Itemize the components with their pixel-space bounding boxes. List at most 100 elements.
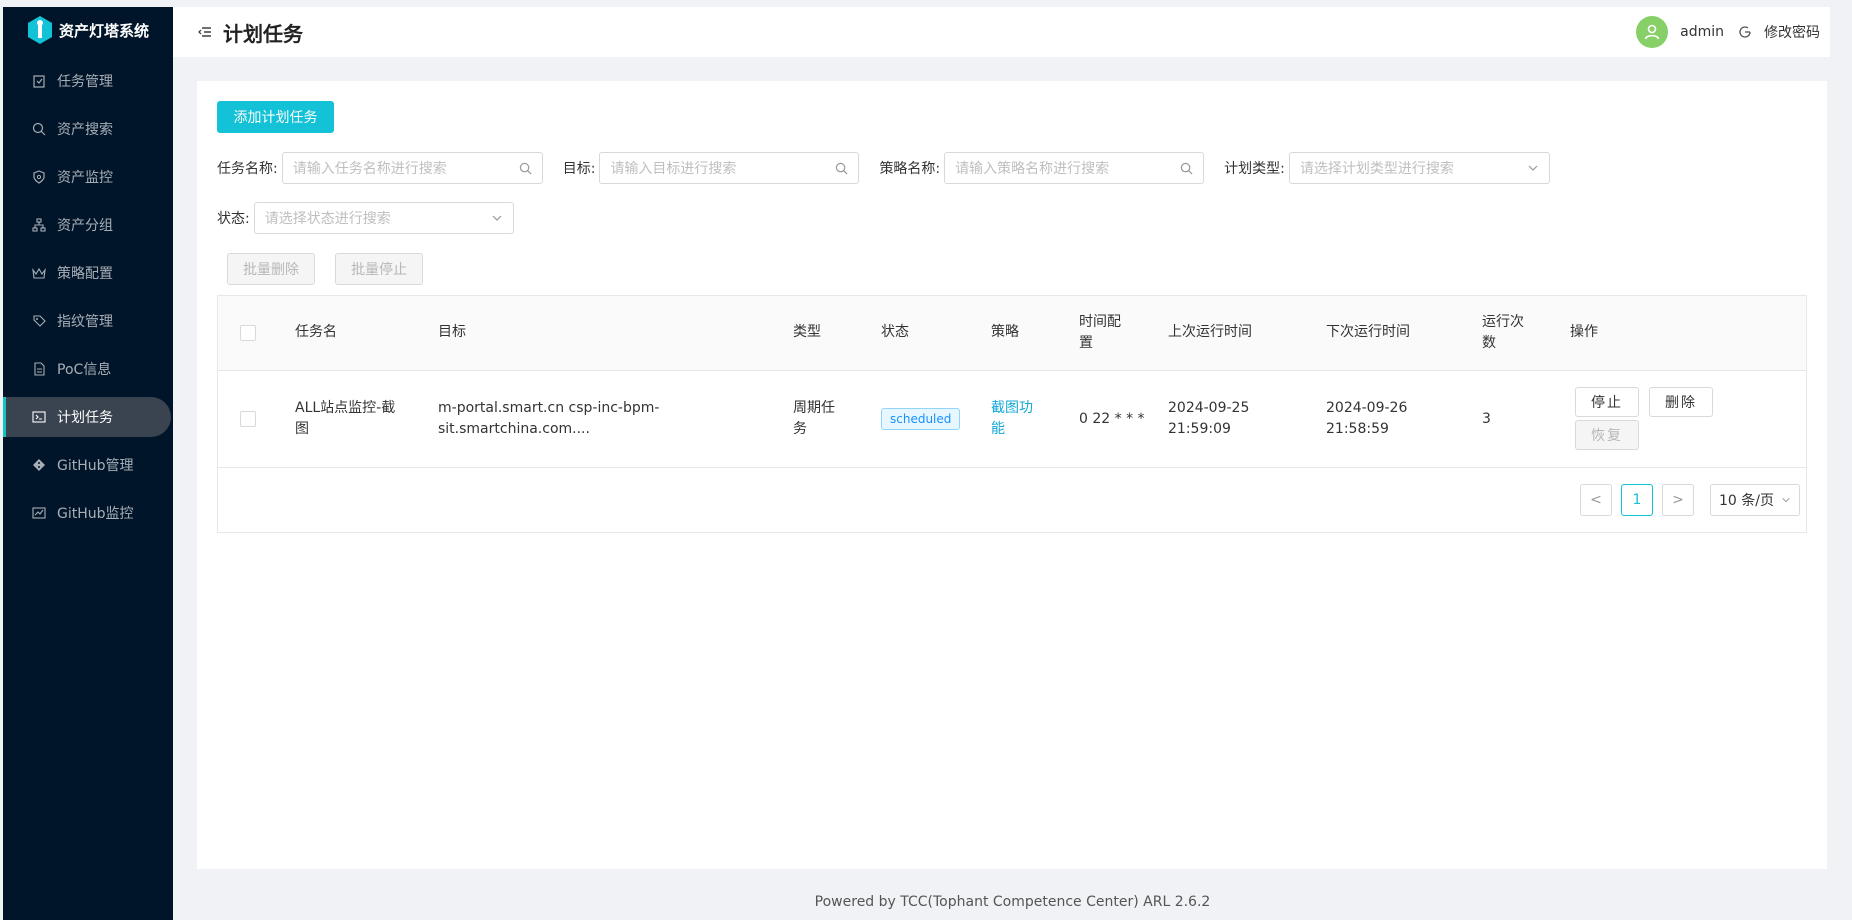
cron-cell: 0 22 * * * (1079, 411, 1145, 427)
col-status: 状态 (881, 324, 909, 340)
col-time-config: 时间配 置 (1079, 314, 1121, 351)
sidebar-item-label: 计划任务 (57, 410, 113, 426)
sidebar-item-label: GitHub管理 (57, 458, 134, 474)
sidebar-item-fingerprint[interactable]: 指纹管理 (3, 301, 173, 341)
col-next-run: 下次运行时间 (1326, 324, 1410, 340)
sidebar-item-label: PoC信息 (57, 362, 112, 378)
search-icon (836, 162, 848, 174)
col-task-name: 任务名 (295, 324, 337, 340)
search-icon (519, 162, 532, 174)
target-cell: m-portal.smart.cn csp-inc-bpm- sit.smart… (438, 400, 660, 437)
cluster-icon (31, 217, 47, 233)
app-title: 资产灯塔系统 (59, 21, 150, 40)
type-cell: 周期任 务 (793, 400, 835, 437)
next-page-button[interactable]: > (1662, 484, 1694, 516)
avatar[interactable] (1636, 16, 1669, 48)
row-checkbox[interactable] (240, 411, 256, 427)
chevron-down-icon (492, 215, 502, 221)
sidebar-item-label: GitHub监控 (57, 506, 134, 522)
filter-row-1: 任务名称: 请输入任务名称进行搜索 目标: 请输入目标进行搜索 策略名称: 请输… (217, 152, 1550, 184)
change-password-link[interactable]: 修改密码 (1764, 22, 1820, 42)
table-row: ALL站点监控-截 图 m-portal.smart.cn csp-inc-bp… (218, 371, 1806, 468)
logout-icon[interactable] (1738, 25, 1752, 39)
sidebar-item-asset-group[interactable]: 资产分组 (3, 205, 173, 245)
col-last-run: 上次运行时间 (1168, 324, 1252, 340)
tag-icon (31, 313, 47, 329)
chevron-down-icon (1782, 497, 1790, 503)
restore-button[interactable]: 恢复 (1575, 420, 1639, 450)
sidebar-menu: 任务管理 资产搜索 资产监控 资产分组 策略配置 指纹管理 PoC信息 计划任务… (3, 61, 173, 533)
file-icon (31, 361, 47, 377)
sidebar-item-label: 任务管理 (57, 74, 113, 90)
table-header: 任务名 目标 类型 状态 策略 时间配 置 上次运行时间 下次运行时间 运行次 … (218, 296, 1806, 371)
menu-fold-icon[interactable] (197, 24, 213, 40)
plan-type-select[interactable]: 请选择计划类型进行搜索 (1288, 152, 1550, 184)
page-1-button[interactable]: 1 (1621, 484, 1653, 516)
footer: Powered by TCC(Tophant Competence Center… (814, 894, 1211, 910)
git-icon (31, 457, 47, 473)
search-icon (1180, 162, 1193, 174)
sidebar-item-label: 指纹管理 (57, 314, 113, 330)
sidebar-item-label: 资产搜索 (57, 122, 113, 138)
sidebar-item-github-monitor[interactable]: GitHub监控 (3, 493, 173, 533)
task-name-input[interactable]: 请输入任务名称进行搜索 (281, 152, 543, 184)
sidebar-item-label: 资产监控 (57, 170, 113, 186)
last-run-cell: 2024-09-25 21:59:09 (1168, 400, 1250, 437)
sidebar-item-policy-config[interactable]: 策略配置 (3, 253, 173, 293)
col-run-count: 运行次 数 (1482, 314, 1524, 351)
stop-button[interactable]: 停止 (1575, 387, 1639, 417)
run-count-cell: 3 (1482, 411, 1491, 427)
fund-icon (31, 505, 47, 521)
clipboard-icon (31, 73, 47, 89)
code-icon (31, 409, 47, 425)
task-table: 任务名 目标 类型 状态 策略 时间配 置 上次运行时间 下次运行时间 运行次 … (217, 295, 1807, 533)
filter-row-2: 状态: 请选择状态进行搜索 (217, 202, 514, 234)
content-panel: 添加计划任务 任务名称: 请输入任务名称进行搜索 目标: 请输入目标进行搜索 策… (197, 81, 1827, 869)
plan-type-label: 计划类型: (1224, 161, 1285, 177)
user-area: admin 修改密码 (1636, 16, 1830, 48)
user-icon (1644, 24, 1660, 40)
policy-name-label: 策略名称: (879, 161, 941, 177)
top-header: 计划任务 admin 修改密码 (173, 7, 1830, 57)
page-size-select[interactable]: 10 条/页 (1710, 484, 1800, 516)
policy-name-input[interactable]: 请输入策略名称进行搜索 (944, 152, 1205, 184)
search-icon (31, 121, 47, 137)
page-title: 计划任务 (223, 21, 303, 46)
status-select[interactable]: 请选择状态进行搜索 (253, 202, 514, 234)
select-all-checkbox[interactable] (240, 325, 256, 341)
task-name-cell: ALL站点监控-截 图 (295, 400, 396, 437)
col-type: 类型 (793, 324, 821, 340)
status-badge: scheduled (881, 408, 961, 430)
sidebar-item-github-manage[interactable]: GitHub管理 (3, 445, 173, 485)
crown-icon (31, 265, 47, 281)
status-label: 状态: (217, 211, 250, 227)
add-scheduled-task-button[interactable]: 添加计划任务 (217, 101, 334, 133)
delete-button[interactable]: 删除 (1649, 387, 1713, 417)
chevron-down-icon (1528, 165, 1538, 171)
prev-page-button[interactable]: < (1580, 484, 1612, 516)
sidebar-item-label: 策略配置 (57, 266, 113, 282)
next-run-cell: 2024-09-26 21:58:59 (1326, 400, 1408, 437)
sidebar-item-poc-info[interactable]: PoC信息 (3, 349, 173, 389)
sidebar-item-label: 资产分组 (57, 218, 113, 234)
batch-stop-button[interactable]: 批量停止 (335, 253, 423, 285)
app-logo[interactable]: 资产灯塔系统 (3, 7, 173, 53)
col-policy: 策略 (991, 324, 1019, 340)
username[interactable]: admin (1680, 24, 1724, 40)
col-actions: 操作 (1570, 324, 1598, 340)
status-cell: scheduled (881, 408, 961, 430)
sidebar-item-asset-search[interactable]: 资产搜索 (3, 109, 173, 149)
lighthouse-logo-icon (27, 15, 53, 45)
target-input[interactable]: 请输入目标进行搜索 (599, 152, 860, 184)
col-target: 目标 (438, 324, 466, 340)
batch-delete-button[interactable]: 批量删除 (227, 253, 315, 285)
sidebar: 资产灯塔系统 任务管理 资产搜索 资产监控 资产分组 策略配置 指纹管理 PoC… (3, 7, 173, 920)
sidebar-item-scheduled-tasks[interactable]: 计划任务 (3, 397, 171, 437)
policy-link[interactable]: 截图功 能 (991, 398, 1033, 440)
sidebar-item-task-management[interactable]: 任务管理 (3, 61, 173, 101)
monitor-icon (31, 169, 47, 185)
task-name-label: 任务名称: (217, 161, 278, 177)
pagination: < 1 > 10 条/页 (218, 468, 1806, 531)
target-label: 目标: (562, 161, 596, 177)
sidebar-item-asset-monitor[interactable]: 资产监控 (3, 157, 173, 197)
